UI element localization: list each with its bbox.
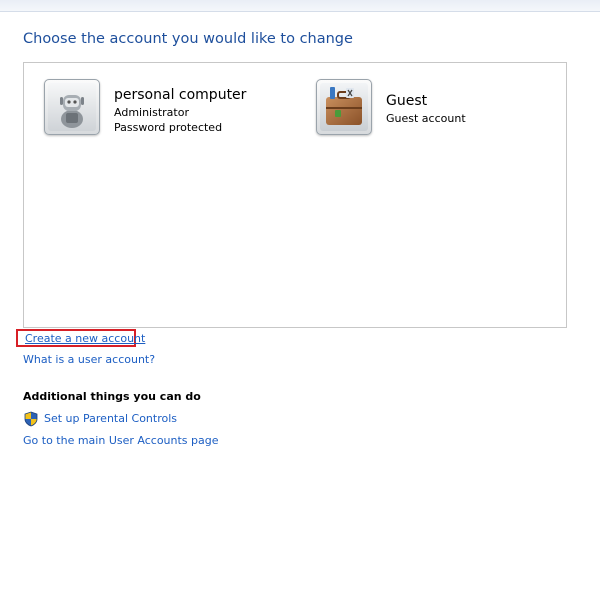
guest-briefcase-icon bbox=[320, 83, 368, 131]
main-user-accounts-link[interactable]: Go to the main User Accounts page bbox=[23, 434, 219, 447]
window-top-strip bbox=[0, 0, 600, 12]
parental-controls-link[interactable]: Set up Parental Controls bbox=[44, 412, 177, 425]
robot-avatar-icon bbox=[48, 83, 96, 131]
what-is-user-account-link[interactable]: What is a user account? bbox=[23, 353, 155, 366]
accounts-panel: personal computer Administrator Password… bbox=[23, 62, 567, 328]
page-title: Choose the account you would like to cha… bbox=[23, 31, 353, 47]
additional-things-heading: Additional things you can do bbox=[23, 390, 201, 403]
create-new-account-link[interactable]: Create a new account bbox=[16, 329, 145, 347]
account-password-status: Password protected bbox=[114, 121, 223, 134]
account-name: personal computer bbox=[114, 87, 247, 103]
avatar bbox=[316, 79, 372, 135]
avatar bbox=[44, 79, 100, 135]
account-type: Guest account bbox=[386, 112, 466, 125]
create-new-account-label: Create a new account bbox=[25, 332, 146, 345]
account-name: Guest bbox=[386, 93, 428, 109]
account-type: Administrator bbox=[114, 106, 189, 119]
uac-shield-icon bbox=[24, 411, 38, 427]
